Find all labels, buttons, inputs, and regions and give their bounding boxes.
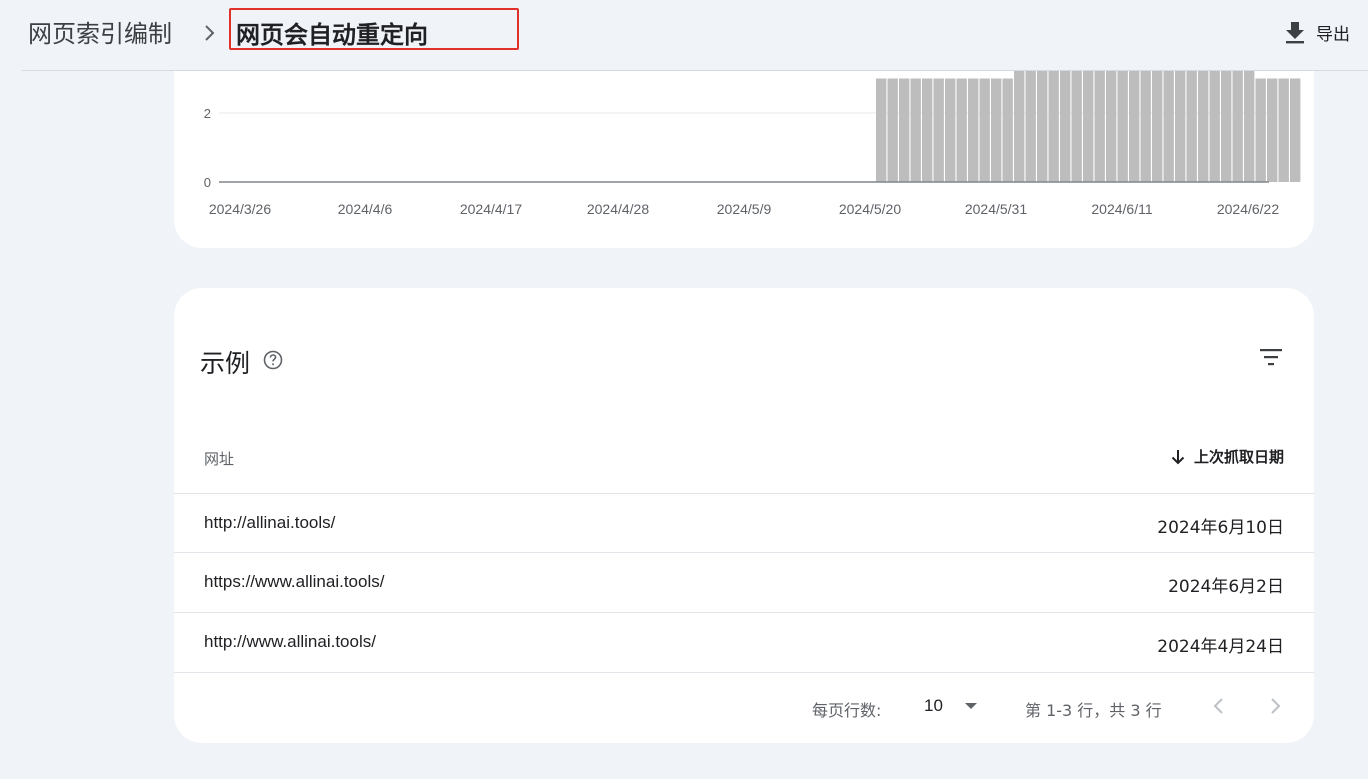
chevron-right-icon[interactable] [1264,694,1286,718]
y-tick-label: 2 [204,106,211,121]
row-date: 2024年4月24日 [1157,637,1284,657]
bar [1290,78,1301,182]
bar [887,78,898,182]
header-divider [22,70,1368,71]
filter-icon[interactable] [1258,346,1284,368]
examples-card: 示例 网址 上次抓取日期 http://allinai.tools/ 2024年… [174,288,1314,743]
export-button[interactable]: 导出 [1284,16,1350,48]
table-bottom-divider [174,672,1314,673]
x-tick-label: 2024/5/9 [717,201,772,217]
x-tick-label: 2024/6/11 [1091,201,1152,217]
help-icon[interactable] [263,350,283,370]
page-title: 网页会自动重定向 [236,21,428,49]
x-tick-label: 2024/4/17 [460,201,522,217]
bar [991,78,1002,182]
breadcrumb-parent[interactable]: 网页索引编制 [28,14,172,49]
breadcrumb-current-highlight: 网页会自动重定向 [229,8,519,50]
column-header-date[interactable]: 上次抓取日期 [1170,446,1284,467]
chevron-left-icon[interactable] [1208,694,1230,718]
bar [910,78,921,182]
bar [1267,78,1278,182]
column-header-date-label: 上次抓取日期 [1193,448,1284,466]
bar-chart: 0 2 2024/3/26 2024/4/6 2024/4/17 2024/4/28 202… [204,44,1301,217]
x-tick-label: 2024/6/22 [1217,201,1279,217]
row-url: http://www.allinai.tools/ [204,632,376,651]
table-row[interactable]: https://www.allinai.tools/ 2024年6月2日 [174,552,1314,612]
rows-per-page-label: 每页行数: [812,701,882,720]
table-row[interactable]: http://www.allinai.tools/ 2024年4月24日 [174,612,1314,672]
x-tick-label: 2024/5/31 [965,201,1027,217]
bar [1002,78,1013,182]
table-row[interactable]: http://allinai.tools/ 2024年6月10日 [174,493,1314,553]
bar [956,78,967,182]
chevron-right-icon [205,25,215,41]
arrow-down-icon [1171,449,1185,464]
bar [899,78,910,182]
x-tick-label: 2024/5/20 [839,201,901,217]
export-label: 导出 [1316,24,1350,45]
pagination-range: 第 1-3 行，共 3 行 [1025,701,1162,720]
row-url: http://allinai.tools/ [204,513,336,532]
y-tick-label: 0 [204,175,211,190]
examples-title: 示例 [200,349,251,378]
bar [922,78,933,182]
rows-per-page-select[interactable]: 10 [924,691,984,721]
bar [876,78,887,182]
bar [945,78,956,182]
rows-per-page-value: 10 [924,696,943,715]
caret-down-icon [965,703,977,709]
x-tick-label: 2024/3/26 [209,201,271,217]
bar [933,78,944,182]
row-date: 2024年6月10日 [1157,518,1284,538]
row-date: 2024年6月2日 [1168,577,1284,597]
x-tick-label: 2024/4/6 [338,201,393,217]
bar [1278,78,1289,182]
bar [1255,78,1266,182]
bar [979,78,990,182]
bar [968,78,979,182]
download-icon [1286,22,1304,44]
top-bar: 网页索引编制 网页会自动重定向 导出 [0,0,1368,70]
column-header-url: 网址 [204,450,235,468]
x-tick-label: 2024/4/28 [587,201,649,217]
chart-card: 0 2 2024/3/26 2024/4/6 2024/4/17 2024/4/28 202… [174,40,1314,248]
row-url: https://www.allinai.tools/ [204,572,385,591]
